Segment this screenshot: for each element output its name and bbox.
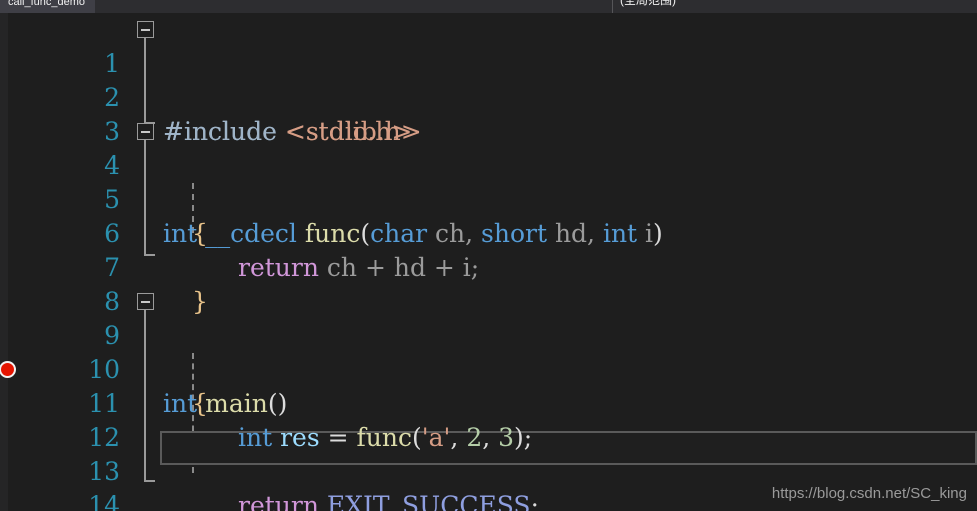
token-exit-success: EXIT_SUCCESS: [318, 491, 531, 511]
code-line[interactable]: 7 }: [24, 217, 977, 316]
code-line[interactable]: 3: [24, 81, 977, 146]
code-line[interactable]: 12: [24, 387, 977, 452]
fold-toggle-icon[interactable]: [137, 21, 154, 38]
tab-call-func-demo[interactable]: call_func_demo: [0, 0, 96, 13]
scope-selector-label[interactable]: (全局范围): [620, 0, 676, 8]
code-line[interactable]: 1 #include <stdio.h>: [24, 13, 977, 146]
line-number: 14: [88, 491, 120, 511]
editor-outer-strip: [0, 13, 8, 511]
breakpoint-margin[interactable]: [0, 13, 24, 511]
token-return: return: [238, 491, 319, 511]
code-line[interactable]: 6 return ch + hd + i;: [24, 183, 977, 282]
fold-toggle-icon[interactable]: [137, 293, 154, 310]
line-content: return EXIT_SUCCESS;: [238, 489, 539, 511]
code-line[interactable]: 4 int __cdecl func(char ch, short hd, in…: [24, 115, 977, 248]
token-semicolon: ;: [530, 491, 539, 511]
code-line-current[interactable]: 13 return EXIT_SUCCESS;: [24, 421, 977, 511]
code-line[interactable]: 11 int res = func('a', 2, 3);: [24, 353, 977, 452]
code-line[interactable]: 10 {: [24, 319, 977, 418]
tab-strip-divider: [612, 0, 613, 13]
watermark-url: https://blog.csdn.net/SC_king: [771, 485, 967, 502]
code-editor-window: call_func_demo (全局范围) 1 #include <stdio.…: [0, 0, 977, 511]
code-line[interactable]: 2 #include <stdlib.h>: [24, 47, 977, 146]
code-text-area[interactable]: 1 #include <stdio.h> 2 #include <stdlib.…: [24, 13, 977, 511]
code-line[interactable]: 9 int main(): [24, 285, 977, 418]
fold-toggle-icon[interactable]: [137, 123, 154, 140]
editor-body: 1 #include <stdio.h> 2 #include <stdlib.…: [0, 13, 977, 511]
code-line[interactable]: 5 {: [24, 149, 977, 248]
editor-tab-strip: call_func_demo (全局范围): [0, 0, 977, 13]
code-line[interactable]: 8: [24, 251, 977, 316]
breakpoint-marker[interactable]: [0, 361, 16, 378]
